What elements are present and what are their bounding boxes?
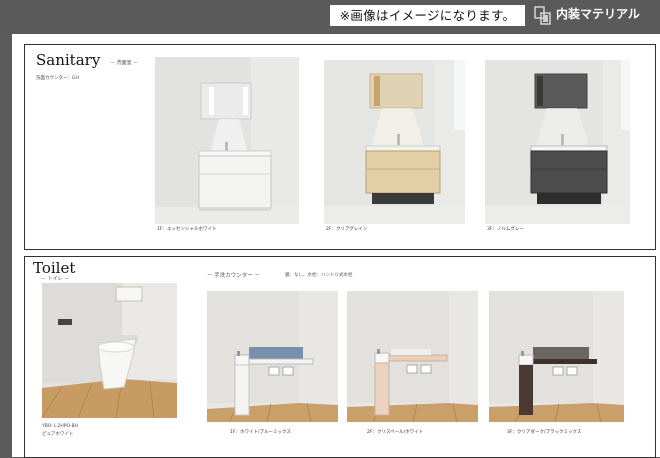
counter-spec: 鏡：なし、水栓：ハンドル式水栓 xyxy=(285,273,353,278)
sanitary-title: Sanitary xyxy=(36,51,101,69)
counter-caption-1: 1F：ホワイト/ブルーミックス xyxy=(230,430,291,435)
counter-shelf xyxy=(531,359,597,364)
sanitary-panel: Sanitary － 洗面室 － 洗面カウンター：GH 1F：エッセンシャルホワ… xyxy=(24,44,656,250)
cabinet xyxy=(198,155,272,209)
vanity-caption-3: 3F：ノルムグレー xyxy=(487,227,524,232)
counter-shelf xyxy=(386,354,448,362)
top-bar: ※画像はイメージになります。 内装マテリアル xyxy=(0,0,660,34)
toilet-panel: Toilet － トイレ － YBO-Ｌ2HPO-BH ピュアホワイト － 手洗… xyxy=(24,256,656,458)
content-page: Sanitary － 洗面室 － 洗面カウンター：GH 1F：エッセンシャルホワ… xyxy=(12,34,660,458)
vanity-caption-1: 1F：エッセンシャルホワイト xyxy=(157,227,217,232)
cabinet xyxy=(530,150,608,194)
material-link[interactable]: 内装マテリアル xyxy=(556,6,640,23)
counter-caption-3: 3F：クリアダーク/ブラックミックス xyxy=(507,430,582,435)
material-icon[interactable] xyxy=(534,6,552,26)
counter-shelf xyxy=(246,358,314,365)
counter-note: 洗面カウンター：GH xyxy=(36,76,79,81)
image-notice: ※画像はイメージになります。 xyxy=(330,5,525,26)
counter-photo-1 xyxy=(207,291,338,422)
counter-photo-3 xyxy=(489,291,624,422)
sanitary-subtitle: － 洗面室 － xyxy=(110,60,139,66)
toilet-photo xyxy=(42,283,177,418)
counter-photo-2 xyxy=(347,291,478,422)
vanity-photo-1 xyxy=(155,57,299,224)
counter-tile xyxy=(249,347,303,359)
counter-title: － 手洗カウンター － xyxy=(207,273,260,279)
counter-cabinet xyxy=(234,364,250,416)
vanity-photo-2 xyxy=(324,60,465,224)
vanity-photo-3 xyxy=(485,60,630,224)
counter-cabinet xyxy=(374,362,390,416)
toilet-color: ピュアホワイト xyxy=(42,432,74,437)
toilet-model: YBO-Ｌ2HPO-BH xyxy=(42,424,79,429)
toilet-subtitle: － トイレ － xyxy=(41,276,70,282)
counter-cabinet xyxy=(519,365,533,415)
counter-caption-2: 2F：クリスペール/ホワイト xyxy=(367,430,424,435)
vanity-caption-2: 2F：クリアグレイン xyxy=(326,227,368,232)
counter-tile xyxy=(533,347,589,359)
counter-tile xyxy=(391,349,431,355)
cabinet xyxy=(365,150,441,194)
